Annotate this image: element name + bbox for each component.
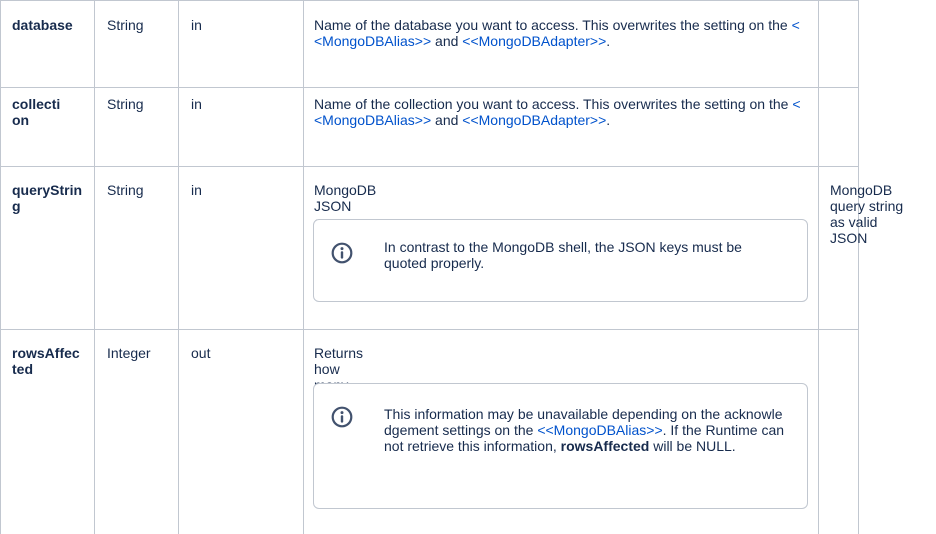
param-name: queryString: [12, 182, 83, 214]
param-type: String: [107, 96, 144, 112]
param-extra: MongoDB query string as valid JSON: [830, 182, 904, 246]
info-text: This information may be unavailable depe…: [384, 406, 785, 454]
column-divider: [94, 0, 95, 534]
row-divider: [0, 87, 859, 88]
row-divider: [0, 0, 859, 1]
param-name: rowsAffected: [12, 345, 80, 377]
info-panel: In contrast to the MongoDB shell, the JS…: [313, 219, 808, 302]
mongodb-adapter-link[interactable]: <<MongoDBAdapter>>: [462, 33, 606, 49]
param-direction: in: [191, 17, 202, 33]
column-divider: [178, 0, 179, 534]
mongodb-alias-link[interactable]: <<MongoDBAlias>>: [537, 422, 662, 438]
column-divider: [303, 0, 304, 534]
param-direction: in: [191, 182, 202, 198]
param-description: Name of the database you want to access.…: [314, 17, 800, 49]
row-divider: [0, 329, 859, 330]
param-type: String: [107, 182, 144, 198]
info-panel: This information may be unavailable depe…: [313, 383, 808, 509]
info-text: In contrast to the MongoDB shell, the JS…: [384, 239, 742, 271]
param-type: String: [107, 17, 144, 33]
param-name: database: [12, 17, 73, 33]
column-divider: [858, 0, 859, 534]
param-type: Integer: [107, 345, 151, 361]
param-direction: out: [191, 345, 211, 361]
row-divider: [0, 166, 859, 167]
param-direction: in: [191, 96, 202, 112]
column-divider: [0, 0, 1, 534]
param-description: Name of the collection you want to acces…: [314, 96, 801, 128]
param-name: collection: [12, 96, 61, 128]
info-icon: [331, 406, 353, 428]
mongodb-adapter-link[interactable]: <<MongoDBAdapter>>: [462, 112, 606, 128]
column-divider: [818, 0, 819, 534]
info-icon: [331, 242, 353, 264]
